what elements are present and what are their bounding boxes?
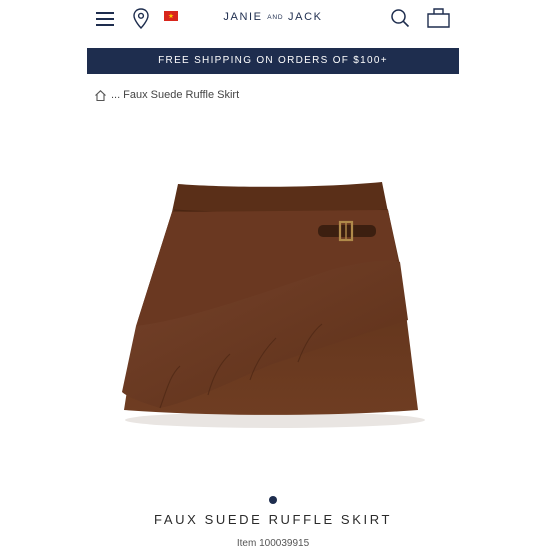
brand-word-small: AND	[267, 14, 284, 21]
flag-icon[interactable]	[164, 11, 178, 21]
menu-icon[interactable]	[95, 9, 115, 29]
product-title: FAUX SUEDE RUFFLE SKIRT	[154, 512, 392, 527]
site-header: JANIE AND JACK	[87, 0, 459, 40]
product-image[interactable]	[100, 170, 446, 445]
brand-word-2: JACK	[288, 11, 323, 23]
promo-text: FREE SHIPPING ON ORDERS OF $100+	[158, 55, 388, 66]
breadcrumb-ellipsis[interactable]: ...	[111, 89, 120, 101]
brand-word-1: JANIE	[223, 11, 263, 23]
search-icon[interactable]	[390, 8, 410, 28]
product-page: JANIE AND JACK FREE SHIPPING ON ORDERS O…	[0, 0, 546, 546]
promo-banner[interactable]: FREE SHIPPING ON ORDERS OF $100+	[87, 48, 459, 74]
brand-logo[interactable]: JANIE AND JACK	[218, 11, 328, 27]
breadcrumb: ... Faux Suede Ruffle Skirt	[94, 87, 239, 103]
carousel-dot-active[interactable]	[269, 496, 277, 504]
item-number: Item 100039915	[236, 538, 310, 546]
bag-icon[interactable]	[426, 6, 451, 28]
home-icon[interactable]	[94, 89, 107, 102]
location-icon[interactable]	[132, 8, 150, 30]
breadcrumb-current: Faux Suede Ruffle Skirt	[123, 89, 240, 101]
